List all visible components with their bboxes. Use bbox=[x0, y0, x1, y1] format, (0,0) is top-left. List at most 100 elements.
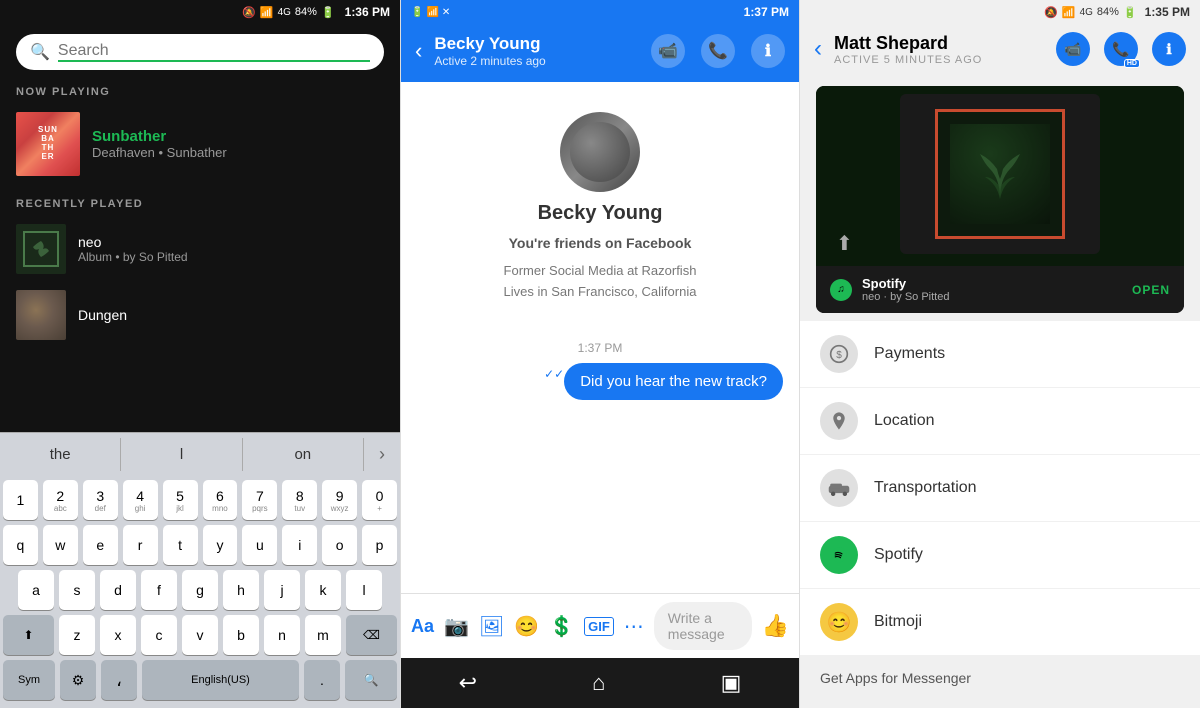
key-g[interactable]: g bbox=[182, 570, 218, 610]
matt-info-button[interactable]: ℹ bbox=[1152, 32, 1186, 66]
more-icon[interactable]: ⋯ bbox=[624, 614, 644, 639]
key-x[interactable]: x bbox=[100, 615, 136, 655]
key-z[interactable]: z bbox=[59, 615, 95, 655]
key-r[interactable]: r bbox=[123, 525, 158, 565]
suggestion-arrow[interactable]: › bbox=[364, 444, 400, 465]
key-t[interactable]: t bbox=[163, 525, 198, 565]
key-e[interactable]: e bbox=[83, 525, 118, 565]
key-3[interactable]: 3def bbox=[83, 480, 118, 520]
now-playing-track[interactable]: SUN BA TH ER Sunbather Deafhaven • Sunba… bbox=[0, 104, 400, 184]
text-format-icon[interactable]: Aa bbox=[411, 616, 434, 637]
key-o[interactable]: o bbox=[322, 525, 357, 565]
matt-contact-name: Matt Shepard bbox=[834, 33, 1044, 54]
message-row: Did you hear the new track? ✓✓ bbox=[417, 363, 783, 400]
back-nav-button[interactable]: ↩ bbox=[459, 670, 477, 696]
matt-video-call-button[interactable]: 📹 bbox=[1056, 32, 1090, 66]
image-icon[interactable]: 🖼 bbox=[479, 614, 504, 639]
camera-icon[interactable]: 📷 bbox=[444, 614, 469, 639]
back-button[interactable]: ‹ bbox=[415, 38, 422, 64]
key-w[interactable]: w bbox=[43, 525, 78, 565]
search-key[interactable]: 🔍 bbox=[345, 660, 397, 700]
suggestion-the[interactable]: the bbox=[0, 438, 121, 471]
matt-status-bar: 🔕 📶 4G 84% 🔋 1:35 PM bbox=[800, 0, 1200, 24]
info-button[interactable]: ℹ bbox=[751, 34, 785, 68]
key-u[interactable]: u bbox=[242, 525, 277, 565]
list-item[interactable]: Dungen bbox=[0, 282, 400, 348]
key-n[interactable]: n bbox=[264, 615, 300, 655]
transportation-label: Transportation bbox=[874, 479, 977, 497]
key-b[interactable]: b bbox=[223, 615, 259, 655]
key-9[interactable]: 9wxyz bbox=[322, 480, 357, 520]
key-h[interactable]: h bbox=[223, 570, 259, 610]
friend-profile-card: Becky Young You're friends on Facebook F… bbox=[401, 82, 799, 323]
key-d[interactable]: d bbox=[100, 570, 136, 610]
list-item[interactable]: 😊 Bitmoji bbox=[800, 589, 1200, 656]
gif-icon[interactable]: GIF bbox=[584, 617, 614, 636]
key-m[interactable]: m bbox=[305, 615, 341, 655]
list-item[interactable]: Spotify bbox=[800, 522, 1200, 589]
composer-toolbar: Aa 📷 🖼 😊 💲 GIF ⋯ Write a message 👍 bbox=[401, 593, 799, 658]
key-7[interactable]: 7pqrs bbox=[242, 480, 277, 520]
list-item[interactable]: neo Album • by So Pitted bbox=[0, 216, 400, 282]
key-c[interactable]: c bbox=[141, 615, 177, 655]
key-f[interactable]: f bbox=[141, 570, 177, 610]
payments-label: Payments bbox=[874, 345, 945, 363]
search-box[interactable]: 🔍 bbox=[16, 34, 384, 70]
key-l[interactable]: l bbox=[346, 570, 382, 610]
search-area: 🔍 bbox=[0, 24, 400, 78]
suggestion-l[interactable]: l bbox=[121, 438, 242, 471]
video-call-button[interactable]: 📹 bbox=[651, 34, 685, 68]
list-item[interactable]: Transportation bbox=[800, 455, 1200, 522]
phone-call-button[interactable]: 📞 bbox=[701, 34, 735, 68]
recent-apps-button[interactable]: ▣ bbox=[721, 670, 742, 696]
shift-key[interactable]: ⬆ bbox=[3, 615, 54, 655]
settings-key[interactable]: ⚙ bbox=[60, 660, 96, 700]
profile-details: Former Social Media at Razorfish Lives i… bbox=[504, 261, 697, 303]
spotify-open-button[interactable]: OPEN bbox=[1132, 283, 1170, 297]
message-bubble: Did you hear the new track? bbox=[564, 363, 783, 400]
get-apps-text[interactable]: Get Apps for Messenger bbox=[800, 656, 1200, 692]
key-6[interactable]: 6mno bbox=[203, 480, 238, 520]
messenger-signal-x-icon: ✕ bbox=[442, 7, 450, 18]
key-1[interactable]: 1 bbox=[3, 480, 38, 520]
period-key[interactable]: . bbox=[304, 660, 340, 700]
key-8[interactable]: 8tuv bbox=[282, 480, 317, 520]
emoji-icon[interactable]: 😊 bbox=[514, 614, 539, 639]
contact-status: Active 2 minutes ago bbox=[434, 54, 639, 68]
share-icon[interactable]: ⬆ bbox=[836, 231, 853, 256]
key-a[interactable]: a bbox=[18, 570, 54, 610]
list-item[interactable]: Location bbox=[800, 388, 1200, 455]
search-input[interactable] bbox=[58, 42, 370, 62]
comma-key[interactable]: ، bbox=[101, 660, 137, 700]
key-2[interactable]: 2abc bbox=[43, 480, 78, 520]
list-item[interactable]: $ Payments bbox=[800, 321, 1200, 388]
sym-key[interactable]: Sym bbox=[3, 660, 55, 700]
location-label: Location bbox=[874, 412, 935, 430]
like-button[interactable]: 👍 bbox=[762, 613, 789, 639]
matt-phone-call-button[interactable]: 📞 HD bbox=[1104, 32, 1138, 66]
key-4[interactable]: 4ghi bbox=[123, 480, 158, 520]
key-0[interactable]: 0+ bbox=[362, 480, 397, 520]
message-input[interactable]: Write a message bbox=[654, 602, 752, 650]
number-row: 1 2abc 3def 4ghi 5jkl 6mno 7pqrs 8tuv 9w… bbox=[3, 480, 397, 520]
key-j[interactable]: j bbox=[264, 570, 300, 610]
home-nav-button[interactable]: ⌂ bbox=[592, 670, 605, 696]
backspace-key[interactable]: ⌫ bbox=[346, 615, 397, 655]
key-v[interactable]: v bbox=[182, 615, 218, 655]
status-mute-icon: 🔕 bbox=[242, 6, 256, 19]
payment-icon[interactable]: 💲 bbox=[549, 614, 574, 639]
key-y[interactable]: y bbox=[203, 525, 238, 565]
space-key[interactable]: English(US) bbox=[142, 660, 299, 700]
key-s[interactable]: s bbox=[59, 570, 95, 610]
suggestion-on[interactable]: on bbox=[243, 438, 364, 471]
spotify-status-time: 1:36 PM bbox=[345, 5, 390, 19]
spotify-list-icon bbox=[820, 536, 858, 574]
dungen-track-info: Dungen bbox=[78, 307, 384, 323]
key-p[interactable]: p bbox=[362, 525, 397, 565]
key-k[interactable]: k bbox=[305, 570, 341, 610]
payments-icon: $ bbox=[820, 335, 858, 373]
key-i[interactable]: i bbox=[282, 525, 317, 565]
matt-back-button[interactable]: ‹ bbox=[814, 35, 822, 63]
key-q[interactable]: q bbox=[3, 525, 38, 565]
key-5[interactable]: 5jkl bbox=[163, 480, 198, 520]
